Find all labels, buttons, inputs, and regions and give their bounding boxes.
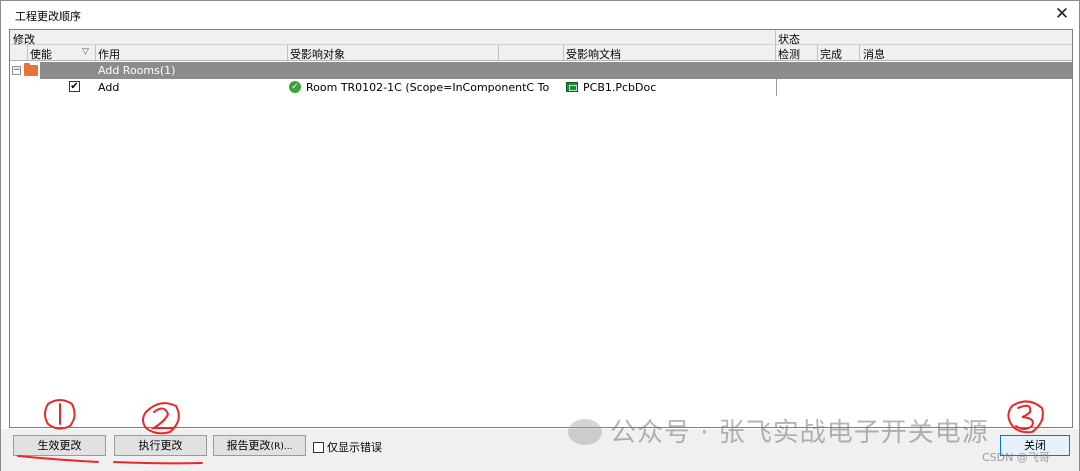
report-shortcut: (R)... (270, 442, 293, 452)
check-circle-icon: ✓ (289, 81, 301, 93)
status-column-divider (776, 79, 777, 96)
show-errors-only-label: 仅显示错误 (327, 441, 382, 454)
header-affected-object[interactable]: 受影响对象 (290, 46, 345, 62)
watermark-text: 公众号 · 张飞实战电子开关电源 (610, 418, 989, 448)
execute-changes-button[interactable]: 执行更改 (114, 435, 207, 456)
enable-checkbox[interactable]: ✔ (69, 81, 80, 92)
header-separator (27, 45, 28, 60)
report-changes-button[interactable]: 报告更改(R)... (213, 435, 306, 456)
affected-object-cell: Room TR0102-1C (Scope=InComponentC To (306, 81, 550, 94)
header-separator (859, 45, 860, 60)
header-separator (563, 45, 564, 60)
header-message[interactable]: 消息 (863, 46, 885, 62)
group-row-add-rooms[interactable]: − Add Rooms(1) (10, 62, 1072, 79)
group-label: Add Rooms(1) (98, 64, 176, 77)
action-cell: Add (98, 81, 120, 94)
title-bar: 工程更改顺序 ✕ (1, 1, 1079, 27)
header-separator (775, 45, 776, 60)
group-row-gutter: − (10, 62, 40, 79)
header-group-row: 修改 状态 (10, 30, 1072, 46)
header-separator (287, 45, 288, 60)
header-enable[interactable]: 使能 (30, 46, 52, 62)
collapse-icon[interactable]: − (12, 66, 21, 75)
header-action[interactable]: 作用 (98, 46, 120, 62)
header-separator (775, 30, 776, 44)
close-icon[interactable]: ✕ (1051, 3, 1073, 25)
header-check[interactable]: 检测 (778, 46, 800, 62)
header-separator (95, 45, 96, 60)
show-errors-only-toggle[interactable]: 仅显示错误 (313, 439, 382, 455)
validate-changes-button[interactable]: 生效更改 (13, 435, 106, 456)
header-affected-doc[interactable]: 受影响文档 (566, 46, 621, 62)
header-separator (817, 45, 818, 60)
csdn-watermark: CSDN @飞哥 (982, 451, 1050, 464)
affected-doc-cell: PCB1.PcbDoc (583, 81, 657, 94)
changes-grid: 修改 状态 使能 ▽ 作用 受影响对象 受影响文档 检测 完成 消息 − Add… (9, 29, 1073, 428)
wechat-logo-icon (568, 419, 602, 445)
table-row[interactable]: ✔ Add ✓ Room TR0102-1C (Scope=InComponen… (10, 79, 1072, 96)
folder-icon (24, 63, 38, 76)
filter-icon[interactable]: ▽ (82, 47, 89, 57)
header-done[interactable]: 完成 (820, 46, 842, 62)
show-errors-only-checkbox[interactable] (313, 442, 324, 453)
pcb-document-icon (566, 82, 578, 92)
header-column-row: 使能 ▽ 作用 受影响对象 受影响文档 检测 完成 消息 (10, 45, 1072, 61)
eco-dialog: 工程更改顺序 ✕ 修改 状态 使能 ▽ 作用 受影响对象 受影响文档 检测 完成… (0, 0, 1080, 471)
watermark: 公众号 · 张飞实战电子开关电源 (568, 412, 989, 449)
window-title: 工程更改顺序 (15, 10, 81, 23)
header-separator (498, 45, 499, 60)
